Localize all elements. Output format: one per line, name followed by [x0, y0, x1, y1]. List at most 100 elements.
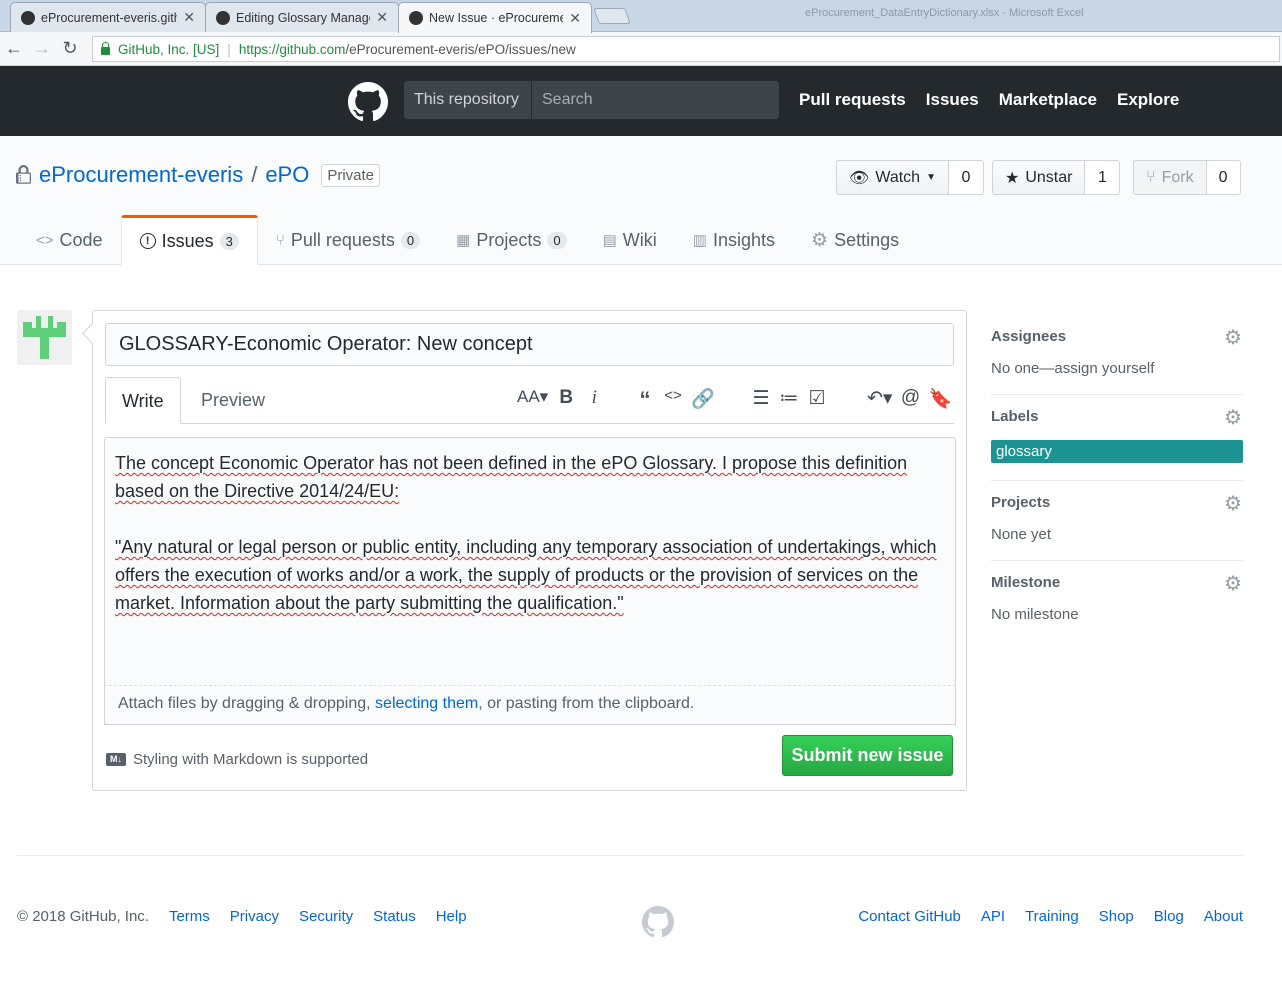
github-logo-icon[interactable] — [348, 82, 388, 122]
select-files-link[interactable]: selecting them — [375, 695, 478, 712]
git-pull-request-icon: ⑂ — [275, 231, 285, 249]
tab-label: Issues — [161, 230, 214, 251]
task-list-icon[interactable]: ☑ — [807, 387, 827, 410]
close-tab-icon[interactable]: ✕ — [376, 9, 388, 26]
new-tab-button[interactable] — [593, 8, 631, 24]
back-arrow-icon[interactable]: ← — [0, 38, 28, 59]
gear-icon[interactable]: ⚙ — [1223, 408, 1243, 428]
unordered-list-icon[interactable]: ☰ — [751, 387, 771, 410]
footer-link-privacy[interactable]: Privacy — [230, 908, 279, 925]
star-count[interactable]: 1 — [1085, 160, 1121, 195]
footer-link-blog[interactable]: Blog — [1154, 908, 1184, 925]
tab-wiki[interactable]: ▤ Wiki — [585, 215, 675, 265]
milestone-value: No milestone — [991, 606, 1079, 623]
new-issue-form: GLOSSARY-Economic Operator: New concept … — [92, 310, 967, 791]
url-field[interactable]: GitHub, Inc. [US] | https://github.com /… — [92, 36, 1280, 62]
tab-write[interactable]: Write — [105, 377, 181, 424]
footer-link-about[interactable]: About — [1204, 908, 1243, 925]
tab-pull-requests[interactable]: ⑂ Pull requests 0 — [258, 215, 438, 265]
repo-owner-link[interactable]: eProcurement-everis — [39, 162, 243, 188]
secure-lock-icon — [101, 42, 110, 55]
footer-link-status[interactable]: Status — [373, 908, 416, 925]
tab-projects[interactable]: ▦ Projects 0 — [438, 215, 584, 265]
forward-arrow-icon[interactable]: → — [28, 38, 56, 59]
nav-explore[interactable]: Explore — [1117, 90, 1179, 110]
header-text-icon[interactable]: AA▾ — [517, 387, 548, 409]
toolbar-group-extra: ↶▾ @ 🔖 — [867, 387, 952, 411]
assignees-value[interactable]: No one—assign yourself — [991, 360, 1243, 377]
browser-tab-title: New Issue · eProcuremen — [429, 11, 564, 25]
mention-icon[interactable]: @ — [900, 387, 920, 411]
browser-tab[interactable]: eProcurement-everis.gith ✕ — [10, 2, 206, 32]
footer-link-api[interactable]: API — [981, 908, 1005, 925]
eye-icon: 👁 — [849, 169, 870, 187]
ordered-list-icon[interactable]: ≔ — [779, 387, 799, 410]
project-icon: ▦ — [456, 232, 471, 249]
github-favicon-icon — [409, 11, 423, 25]
gear-icon[interactable]: ⚙ — [1223, 328, 1243, 348]
footer-left: © 2018 GitHub, Inc. Terms Privacy Securi… — [17, 908, 467, 925]
github-mark-icon[interactable] — [642, 906, 674, 938]
reload-icon[interactable]: ↻ — [56, 38, 84, 59]
avatar[interactable] — [17, 310, 72, 365]
footer-link-shop[interactable]: Shop — [1099, 908, 1134, 925]
tab-preview[interactable]: Preview — [185, 377, 281, 424]
pull-requests-counter: 0 — [400, 231, 421, 249]
code-icon[interactable]: <> — [663, 387, 683, 413]
tab-code[interactable]: <> Code — [18, 215, 121, 265]
bold-icon[interactable]: B — [556, 387, 576, 409]
italic-icon[interactable]: i — [584, 387, 604, 409]
tab-insights[interactable]: ▥ Insights — [675, 215, 793, 265]
submit-issue-button[interactable]: Submit new issue — [782, 735, 953, 776]
repo-title: eProcurement-everis / ePO Private — [16, 162, 381, 188]
watch-count[interactable]: 0 — [948, 160, 984, 195]
unstar-button[interactable]: ★ Unstar — [992, 160, 1086, 195]
star-group: ★ Unstar 1 — [992, 160, 1121, 195]
nav-marketplace[interactable]: Marketplace — [999, 90, 1097, 110]
footer-link-contact[interactable]: Contact GitHub — [858, 908, 961, 925]
gear-icon[interactable]: ⚙ — [1223, 574, 1243, 594]
markdown-hint[interactable]: M↓ Styling with Markdown is supported — [106, 751, 368, 768]
close-tab-icon[interactable]: ✕ — [569, 10, 581, 27]
quote-icon[interactable]: “ — [635, 387, 655, 413]
issue-title-input[interactable]: GLOSSARY-Economic Operator: New concept — [105, 323, 954, 366]
nav-pull-requests[interactable]: Pull requests — [799, 90, 906, 110]
url-path: /eProcurement-everis/ePO/issues/new — [345, 41, 576, 57]
issue-body-paragraph: The concept Economic Operator has not be… — [115, 453, 908, 501]
label-glossary[interactable]: glossary — [991, 440, 1243, 463]
github-header: This repository Pull requests Issues Mar… — [0, 66, 1282, 136]
book-icon: ▤ — [602, 232, 617, 249]
issue-body-textarea[interactable]: The concept Economic Operator has not be… — [104, 437, 956, 725]
footer-link-training[interactable]: Training — [1025, 908, 1079, 925]
file-attach-bar[interactable]: Attach files by dragging & dropping, sel… — [104, 685, 956, 725]
reply-icon[interactable]: ↶▾ — [867, 387, 892, 411]
fork-count[interactable]: 0 — [1206, 160, 1241, 195]
attach-text: Attach files by dragging & dropping, — [118, 695, 376, 712]
markdown-icon: M↓ — [106, 753, 126, 766]
search-input[interactable] — [531, 81, 779, 119]
close-tab-icon[interactable]: ✕ — [183, 9, 195, 26]
browser-tab-bar: eProcurement-everis.gith ✕ Editing Gloss… — [0, 0, 1282, 33]
footer-link-security[interactable]: Security — [299, 908, 353, 925]
repo-name-link[interactable]: ePO — [265, 162, 309, 188]
github-favicon-icon — [21, 10, 35, 25]
nav-issues[interactable]: Issues — [926, 90, 979, 110]
issue-opened-icon: ! — [139, 233, 156, 249]
code-icon: <> — [36, 231, 54, 249]
tab-settings[interactable]: ⚙ Settings — [793, 215, 917, 265]
fork-button[interactable]: ⑂ Fork — [1133, 160, 1207, 195]
link-icon[interactable]: 🔗 — [691, 387, 715, 413]
search-scope-label[interactable]: This repository — [404, 81, 531, 119]
footer-link-help[interactable]: Help — [436, 908, 467, 925]
gear-icon[interactable]: ⚙ — [1223, 494, 1243, 514]
tab-label: Insights — [712, 229, 776, 250]
browser-tab-active[interactable]: New Issue · eProcuremen ✕ — [398, 2, 592, 33]
footer-link-terms[interactable]: Terms — [169, 908, 210, 925]
identicon-icon — [17, 310, 72, 365]
tab-issues[interactable]: ! Issues 3 — [120, 215, 258, 265]
browser-tab[interactable]: Editing Glossary Manage ✕ — [205, 2, 399, 32]
bookmark-icon[interactable]: 🔖 — [928, 387, 952, 411]
watch-button[interactable]: 👁 Watch ▼ — [836, 160, 949, 195]
caret-down-icon: ▼ — [926, 172, 936, 183]
watch-label: Watch — [875, 168, 921, 186]
